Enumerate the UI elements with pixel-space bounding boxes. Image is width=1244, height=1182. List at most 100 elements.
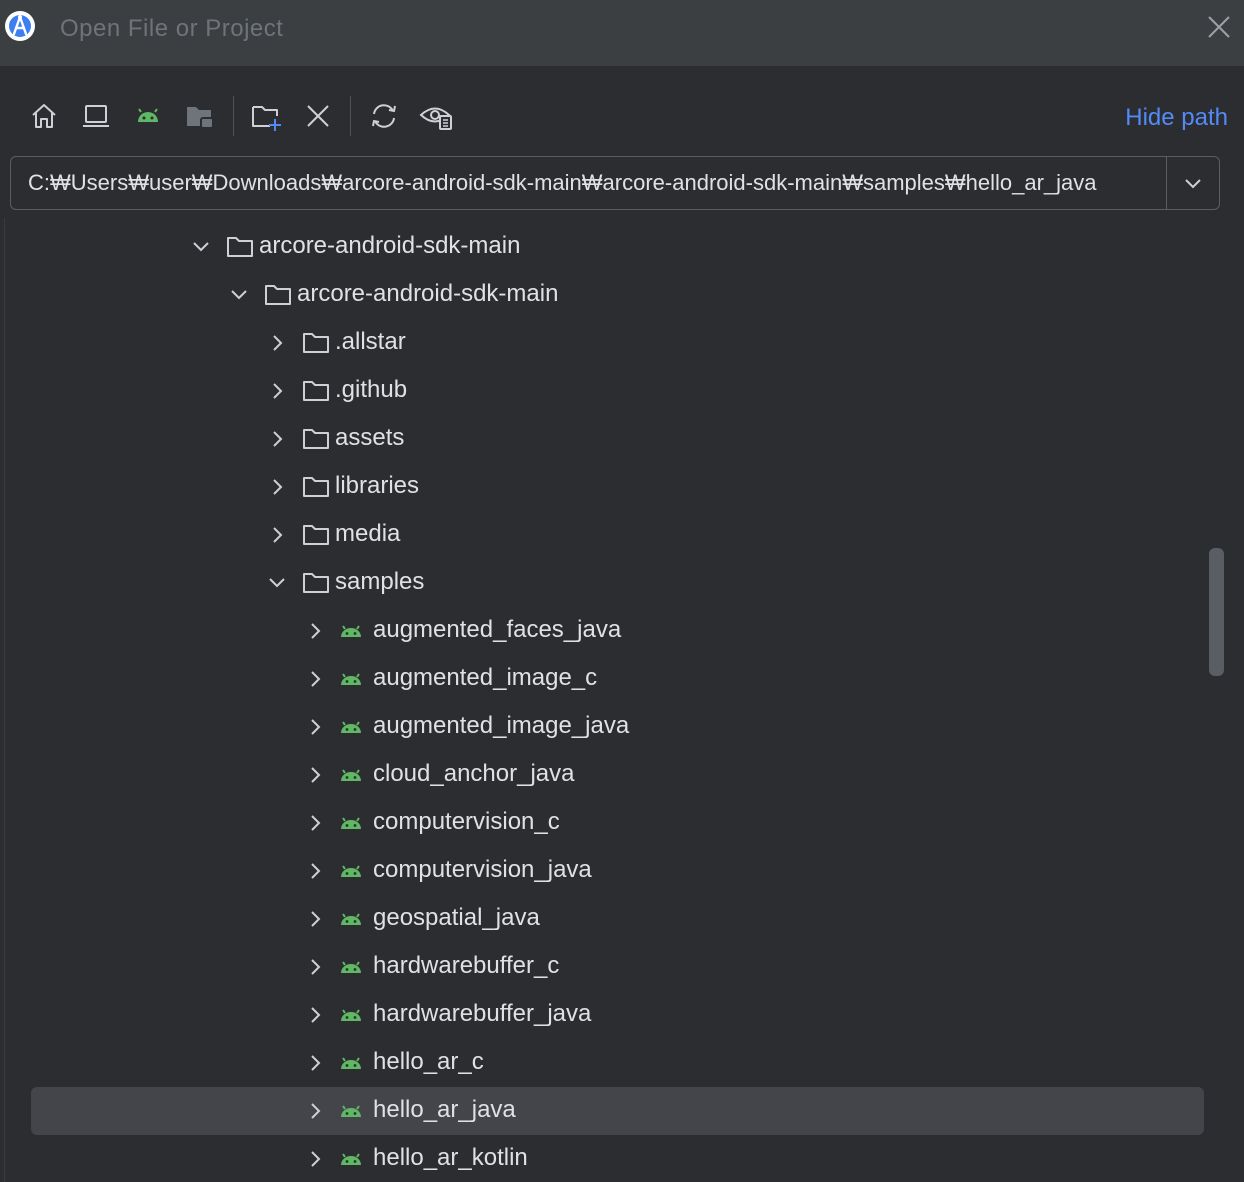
tree-scrollbar-track[interactable] [1208, 218, 1224, 1182]
tree-row[interactable]: geospatial_java [5, 895, 1209, 943]
modules-directory-button[interactable] [182, 98, 218, 134]
tree-item-label: augmented_image_c [373, 664, 598, 691]
chevron-right-icon[interactable] [301, 1145, 329, 1173]
tree-item-label: arcore-android-sdk-main [259, 232, 521, 259]
refresh-button[interactable] [366, 98, 402, 134]
chevron-right-icon[interactable] [301, 617, 329, 645]
folder-icon [227, 237, 253, 257]
chevron-down-icon[interactable] [187, 233, 215, 261]
chevron-down-icon[interactable] [263, 569, 291, 597]
tree-row[interactable]: augmented_faces_java [5, 607, 1209, 655]
tree-item-label: hello_ar_kotlin [373, 1144, 528, 1171]
tree-row[interactable]: arcore-android-sdk-main [5, 271, 1209, 319]
android-icon [341, 961, 361, 973]
chevron-down-icon[interactable] [225, 281, 253, 309]
chevron-right-icon[interactable] [263, 521, 291, 549]
delete-button[interactable] [300, 98, 336, 134]
tree-row[interactable]: hardwarebuffer_java [5, 991, 1209, 1039]
toolbar: Hide path [0, 66, 1244, 156]
tree-item-label: computervision_java [373, 856, 592, 883]
tree-item-label: hardwarebuffer_java [373, 1000, 592, 1027]
tree-row[interactable]: augmented_image_java [5, 703, 1209, 751]
tree-row[interactable]: arcore-android-sdk-main [5, 223, 1209, 271]
tree-item-label: assets [335, 424, 405, 451]
folder-icon [303, 573, 329, 593]
android-icon [341, 913, 361, 925]
file-tree[interactable]: arcore-android-sdk-main arcore-android-sd… [4, 218, 1209, 1182]
path-field [10, 156, 1220, 210]
chevron-right-icon[interactable] [263, 329, 291, 357]
tree-row[interactable]: media [5, 511, 1209, 559]
folder-icon [303, 333, 329, 353]
android-icon [341, 769, 361, 781]
path-history-dropdown[interactable] [1166, 157, 1219, 209]
tree-item-label: libraries [335, 472, 420, 499]
chevron-right-icon[interactable] [301, 953, 329, 981]
android-icon [341, 1009, 361, 1021]
refresh-icon [372, 104, 396, 128]
chevron-right-icon[interactable] [263, 473, 291, 501]
tree-row[interactable]: hardwarebuffer_c [5, 943, 1209, 991]
home-directory-button[interactable] [26, 98, 62, 134]
eye-icon [419, 107, 452, 130]
tree-item-label: .github [335, 376, 408, 403]
folder-module-icon [187, 107, 214, 129]
selected-row-highlight [31, 1087, 1204, 1135]
chevron-right-icon[interactable] [263, 377, 291, 405]
android-icon [341, 1153, 361, 1165]
tree-row[interactable]: libraries [5, 463, 1209, 511]
tree-item-label: augmented_image_java [373, 712, 630, 739]
chevron-right-icon[interactable] [263, 425, 291, 453]
path-input[interactable] [11, 157, 1167, 209]
chevron-right-icon[interactable] [301, 809, 329, 837]
chevron-right-icon[interactable] [301, 1097, 329, 1125]
android-icon [341, 817, 361, 829]
chevron-down-icon [1185, 179, 1201, 189]
toolbar-separator [233, 96, 234, 136]
android-icon [341, 673, 361, 685]
window-title: Open File or Project [60, 15, 284, 42]
tree-row[interactable]: hello_ar_c [5, 1039, 1209, 1087]
project-directory-button[interactable] [130, 98, 166, 134]
chevron-right-icon[interactable] [301, 1049, 329, 1077]
android-icon [341, 721, 361, 733]
android-icon [341, 1105, 361, 1117]
home-icon [32, 104, 56, 128]
folder-icon [265, 285, 291, 305]
tree-row[interactable]: computervision_c [5, 799, 1209, 847]
tree-row[interactable]: augmented_image_c [5, 655, 1209, 703]
android-icon [341, 625, 361, 637]
new-folder-button[interactable] [248, 98, 284, 134]
tree-item-label: computervision_c [373, 808, 560, 835]
tree-item-label: arcore-android-sdk-main [297, 280, 559, 307]
android-icon [341, 865, 361, 877]
toolbar-separator [350, 96, 351, 136]
desktop-directory-button[interactable] [78, 98, 114, 134]
chevron-right-icon[interactable] [301, 1001, 329, 1029]
chevron-right-icon[interactable] [301, 713, 329, 741]
tree-row[interactable]: .allstar [5, 319, 1209, 367]
title-bar: Open File or Project [0, 0, 1244, 66]
tree-row[interactable]: cloud_anchor_java [5, 751, 1209, 799]
chevron-right-icon[interactable] [301, 761, 329, 789]
hide-path-link[interactable]: Hide path [1125, 104, 1228, 132]
tree-row[interactable]: .github [5, 367, 1209, 415]
tree-row[interactable]: hello_ar_kotlin [5, 1135, 1209, 1182]
tree-row[interactable]: computervision_java [5, 847, 1209, 895]
folder-icon [303, 429, 329, 449]
tree-row[interactable]: hello_ar_java [5, 1087, 1209, 1135]
tree-row[interactable]: assets [5, 415, 1209, 463]
android-studio-logo-icon [5, 11, 35, 41]
chevron-right-icon[interactable] [301, 665, 329, 693]
close-window-icon[interactable] [1202, 10, 1236, 44]
folder-icon [303, 381, 329, 401]
show-hidden-files-button[interactable] [418, 98, 454, 134]
chevron-right-icon[interactable] [301, 905, 329, 933]
tree-item-label: media [335, 520, 401, 547]
tree-row[interactable]: samples [5, 559, 1209, 607]
tree-item-label: hello_ar_java [373, 1096, 516, 1123]
tree-item-label: samples [335, 568, 425, 595]
tree-scrollbar-thumb[interactable] [1209, 548, 1224, 676]
tree-item-label: .allstar [335, 328, 406, 355]
chevron-right-icon[interactable] [301, 857, 329, 885]
